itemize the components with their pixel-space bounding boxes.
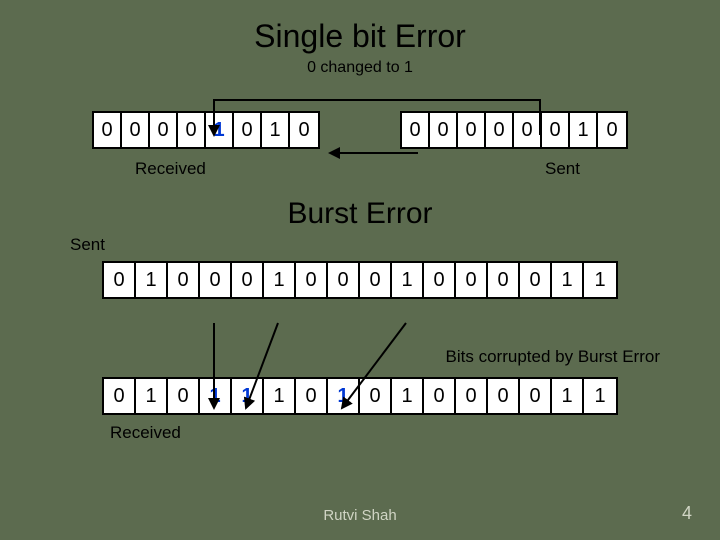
footer-author: Rutvi Shah [323,507,396,524]
bit-cell: 0 [542,113,570,147]
bit-cell: 0 [520,379,552,413]
single-sent-bits: 00000010 [400,111,628,149]
bit-cell: 1 [552,379,584,413]
bit-cell: 0 [514,113,542,147]
bit-cell: 0 [104,379,136,413]
bit-cell: 0 [488,263,520,297]
bit-cell: 0 [424,379,456,413]
bit-cell: 0 [234,113,262,147]
bit-cell: 1 [392,379,424,413]
bit-cell: 0 [104,263,136,297]
bit-cell: 1 [264,379,296,413]
bit-cell: 0 [488,379,520,413]
bit-cell: 0 [598,113,626,147]
bit-cell: 0 [360,263,392,297]
bit-cell: 1 [584,379,616,413]
burst-caption: Bits corrupted by Burst Error [0,347,720,367]
single-bit-subtitle: 0 changed to 1 [0,59,720,77]
burst-received-label: Received [110,423,720,443]
bit-cell: 0 [232,263,264,297]
single-bit-title: Single bit Error [0,0,720,55]
bit-cell: 0 [94,113,122,147]
bit-cell: 0 [168,379,200,413]
bit-cell: 0 [296,263,328,297]
bit-cell: 0 [402,113,430,147]
bit-cell: 0 [150,113,178,147]
burst-received-bits: 0101110101000011 [102,377,618,415]
bit-cell: 0 [168,263,200,297]
bit-cell: 1 [262,113,290,147]
bit-cell: 1 [264,263,296,297]
bit-cell: 1 [136,263,168,297]
bit-cell: 1 [570,113,598,147]
burst-sent-bits: 0100010001000011 [102,261,618,299]
bit-cell: 0 [178,113,206,147]
bit-cell: 0 [290,113,318,147]
bit-cell: 0 [458,113,486,147]
bit-cell: 1 [328,379,360,413]
single-received-label: Received [135,159,206,179]
bit-cell: 0 [520,263,552,297]
bit-cell: 0 [424,263,456,297]
bit-cell: 0 [200,263,232,297]
bit-cell: 0 [456,379,488,413]
bit-cell: 1 [392,263,424,297]
burst-sent-label: Sent [70,235,720,255]
single-received-bits: 00001010 [92,111,320,149]
bit-cell: 1 [232,379,264,413]
footer-page-number: 4 [682,503,692,524]
bit-cell: 1 [136,379,168,413]
bit-cell: 1 [200,379,232,413]
bit-cell: 0 [296,379,328,413]
bit-cell: 0 [456,263,488,297]
bit-cell: 1 [552,263,584,297]
bit-cell: 1 [584,263,616,297]
bit-cell: 0 [328,263,360,297]
bit-cell: 0 [360,379,392,413]
burst-title: Burst Error [0,197,720,231]
bit-cell: 0 [430,113,458,147]
bit-cell: 0 [486,113,514,147]
bit-cell: 1 [206,113,234,147]
bit-cell: 0 [122,113,150,147]
single-sent-label: Sent [545,159,580,179]
